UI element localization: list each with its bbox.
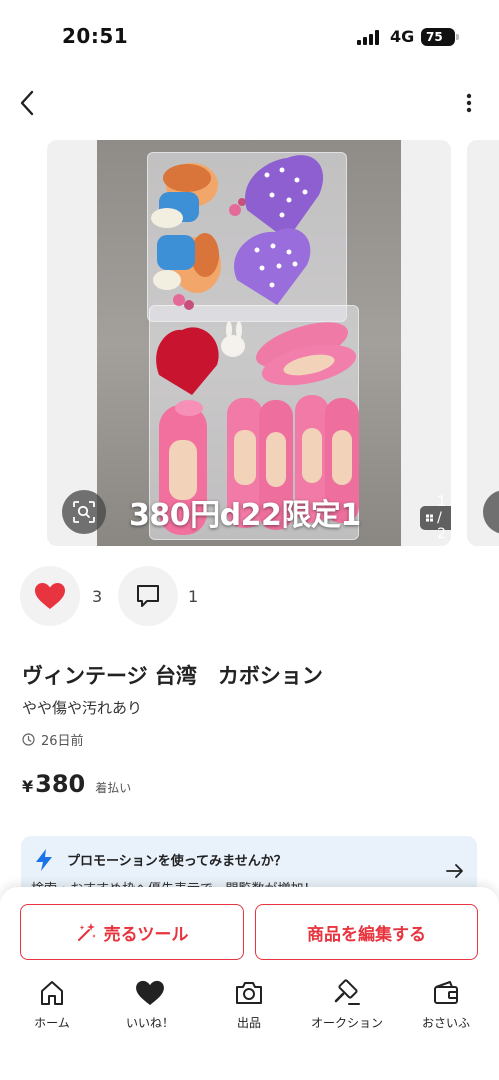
status-time: 20:51 <box>62 24 129 48</box>
page-indicator-label: 1 / 2 <box>437 494 446 542</box>
tab-home-label: ホーム <box>34 1016 70 1030</box>
magic-wand-icon <box>77 923 96 941</box>
heart-icon <box>136 980 164 1006</box>
image-carousel[interactable]: 380円d22限定1 1 / 2 <box>0 140 499 548</box>
grid-icon <box>426 514 434 522</box>
tab-listing[interactable]: 出品 <box>204 978 294 1038</box>
battery-icon: 75 <box>421 28 459 46</box>
page-indicator: 1 / 2 <box>420 494 451 542</box>
comment-count: 1 <box>188 587 199 606</box>
posted-time: 26日前 <box>22 730 84 749</box>
lightning-icon <box>36 849 52 871</box>
item-condition: やや傷や汚れあり <box>22 699 143 717</box>
network-type: 4G <box>390 27 415 46</box>
next-image-slide[interactable] <box>467 140 499 546</box>
signal-icon <box>357 30 383 45</box>
bottom-action-sheet: 売るツール 商品を編集する ホーム いいね！ 出品 オークション おさいふ <box>0 887 499 1080</box>
sell-tool-label: 売るツール <box>103 924 189 945</box>
tab-auction[interactable]: オークション <box>302 978 392 1038</box>
price-currency: ¥ <box>22 777 34 796</box>
arrow-right-icon <box>446 864 463 878</box>
product-image-slide[interactable]: 380円d22限定1 1 / 2 <box>47 140 451 546</box>
tab-likes-label: いいね！ <box>125 1016 174 1030</box>
vertical-dots-icon <box>466 93 472 113</box>
edit-item-button[interactable]: 商品を編集する <box>255 904 478 960</box>
comment-icon <box>137 585 159 607</box>
gavel-icon <box>334 979 360 1005</box>
status-bar: 20:51 4G 75 <box>0 0 499 70</box>
home-icon <box>41 981 63 1005</box>
comment-button[interactable] <box>118 566 178 626</box>
like-count: 3 <box>92 587 103 606</box>
like-button[interactable] <box>20 566 80 626</box>
posted-time-label: 26日前 <box>41 734 84 749</box>
image-search-icon <box>73 501 95 523</box>
product-photo <box>97 140 401 546</box>
clock-icon <box>22 733 35 746</box>
tab-home[interactable]: ホーム <box>7 978 97 1038</box>
image-search-button[interactable] <box>62 490 106 534</box>
back-button[interactable] <box>12 88 42 118</box>
shipping-method: 着払い <box>95 781 132 795</box>
reactions-row: 3 1 <box>20 566 480 626</box>
more-button[interactable] <box>459 90 479 116</box>
camera-icon <box>236 982 262 1004</box>
price: ¥ 380 着払い <box>22 770 131 798</box>
tab-wallet-label: おさいふ <box>421 1016 470 1030</box>
chevron-left-icon <box>20 90 34 116</box>
wallet-icon <box>434 981 458 1004</box>
heart-icon <box>35 583 65 609</box>
promotion-title: プロモーションを使ってみませんか？ <box>67 854 287 869</box>
tab-auction-label: オークション <box>310 1016 383 1030</box>
bottom-tab-bar: ホーム いいね！ 出品 オークション おさいふ <box>0 978 499 1038</box>
price-value: 380 <box>35 770 86 798</box>
product-illustration <box>151 155 359 535</box>
tab-wallet[interactable]: おさいふ <box>401 978 491 1038</box>
tab-listing-label: 出品 <box>236 1016 261 1030</box>
sell-tool-button[interactable]: 売るツール <box>20 904 244 960</box>
tab-likes[interactable]: いいね！ <box>105 978 195 1038</box>
item-title: ヴィンテージ 台湾 カボション <box>22 664 323 688</box>
image-overlay-text: 380円d22限定1 <box>129 498 361 533</box>
edit-item-label: 商品を編集する <box>307 924 426 945</box>
